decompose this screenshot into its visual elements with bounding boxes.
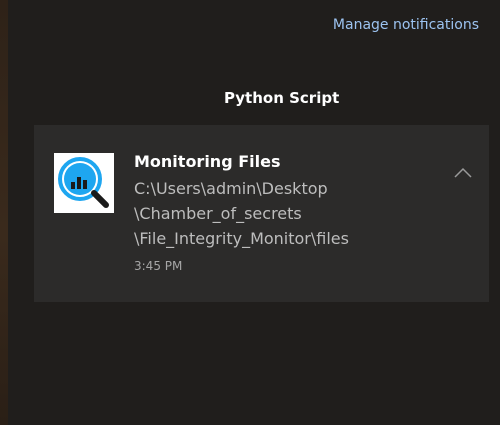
notification-group-header: Python Script — [224, 89, 340, 107]
notification-body-line: \File_Integrity_Monitor\files — [134, 229, 349, 248]
notification-title: Monitoring Files — [134, 152, 281, 171]
notification-body-line: C:\Users\admin\Desktop — [134, 179, 328, 198]
notification-body-line: \Chamber_of_secrets — [134, 204, 302, 223]
notification-card[interactable]: Monitoring Files C:\Users\admin\Desktop … — [34, 125, 489, 302]
magnifier-chart-icon — [54, 153, 114, 213]
notification-body: C:\Users\admin\Desktop \Chamber_of_secre… — [134, 176, 434, 251]
manage-notifications-link[interactable]: Manage notifications — [333, 17, 479, 33]
chevron-up-icon[interactable] — [452, 165, 474, 179]
action-center-panel: Manage notifications Python Script Monit… — [8, 0, 500, 425]
notification-timestamp: 3:45 PM — [134, 259, 183, 273]
desktop-wallpaper-edge — [0, 0, 8, 425]
